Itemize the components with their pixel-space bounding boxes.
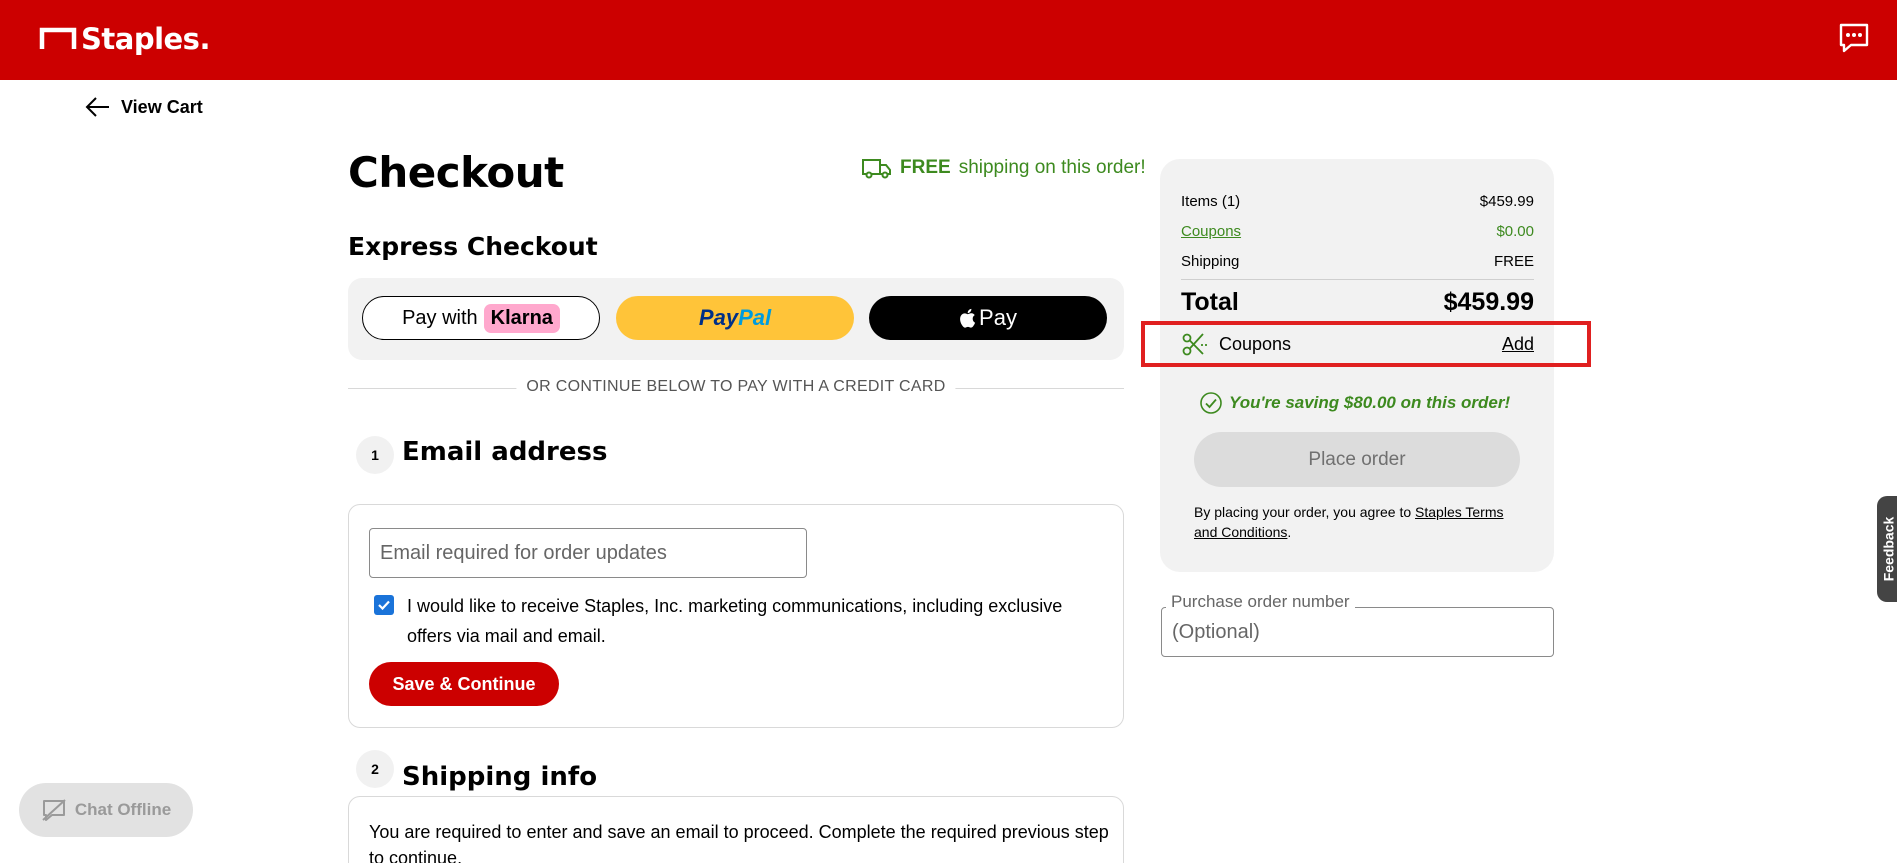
total-label: Total <box>1181 288 1239 316</box>
coupons-summary-value: $0.00 <box>1496 223 1534 240</box>
or-divider: OR CONTINUE BELOW TO PAY WITH A CREDIT C… <box>348 378 1124 398</box>
step-1-title: Email address <box>402 437 608 467</box>
marketing-checkbox[interactable] <box>374 595 394 615</box>
page-title: Checkout <box>348 148 564 197</box>
check-circle-icon <box>1200 392 1222 414</box>
feedback-tab[interactable]: Feedback <box>1877 496 1897 602</box>
staples-logo[interactable]: Staples. <box>39 22 210 56</box>
express-checkout-box: Pay with Klarna Pay Pal Pay <box>348 278 1124 360</box>
divider-text: OR CONTINUE BELOW TO PAY WITH A CREDIT C… <box>516 378 956 396</box>
chat-offline-icon <box>42 799 66 821</box>
savings-text: You're saving $80.00 on this order! <box>1229 393 1511 412</box>
klarna-button[interactable]: Pay with Klarna <box>362 296 600 340</box>
shipping-row: Shipping FREE <box>1181 253 1534 270</box>
shipping-info-card: You are required to enter and save an em… <box>348 796 1124 863</box>
apple-icon <box>960 308 976 328</box>
view-cart-label: View Cart <box>121 96 203 117</box>
step-1-badge: 1 <box>356 436 394 474</box>
apple-pay-label: Pay <box>979 305 1017 330</box>
checkmark-icon <box>378 600 390 611</box>
truck-icon <box>862 159 891 179</box>
feedback-label: Feedback <box>1880 516 1896 582</box>
items-label: Items (1) <box>1181 193 1241 210</box>
save-continue-button[interactable]: Save & Continue <box>369 662 559 706</box>
arrow-left-icon <box>85 97 109 117</box>
shipping-info-message: You are required to enter and save an em… <box>369 822 1109 863</box>
top-header: Staples. <box>0 0 1897 80</box>
marketing-label: I would like to receive Staples, Inc. ma… <box>407 596 1063 646</box>
apple-pay-button[interactable]: Pay <box>869 296 1107 340</box>
free-shipping-text: shipping on this order! <box>958 157 1146 178</box>
purchase-order-input[interactable] <box>1161 607 1554 657</box>
terms-agreement: By placing your order, you agree to Stap… <box>1194 502 1524 542</box>
paypal-button[interactable]: Pay Pal <box>616 296 854 340</box>
view-cart-link[interactable]: View Cart <box>85 96 203 118</box>
terms-suffix: . <box>1287 524 1292 540</box>
terms-prefix: By placing your order, you agree to <box>1194 504 1416 520</box>
paypal-logo-b: Pal <box>738 305 772 330</box>
shipping-label: Shipping <box>1181 253 1240 270</box>
place-order-button[interactable]: Place order <box>1194 432 1520 487</box>
total-row: Total $459.99 <box>1181 288 1534 317</box>
total-value: $459.99 <box>1443 288 1534 316</box>
chat-offline-button[interactable]: Chat Offline <box>19 783 193 837</box>
shipping-value: FREE <box>1493 253 1534 270</box>
free-label: FREE <box>900 157 951 178</box>
klarna-prefix: Pay with <box>402 306 478 329</box>
staples-logo-icon <box>39 27 77 49</box>
coupons-summary-link[interactable]: Coupons <box>1181 223 1241 240</box>
email-input[interactable] <box>369 528 807 578</box>
items-value: $459.99 <box>1479 193 1534 210</box>
items-row: Items (1) $459.99 <box>1181 193 1534 210</box>
express-checkout-title: Express Checkout <box>348 232 598 261</box>
email-card: I would like to receive Staples, Inc. ma… <box>348 504 1124 728</box>
chat-bubble-icon[interactable] <box>1838 22 1870 54</box>
klarna-logo: Klarna <box>483 303 560 333</box>
free-shipping-banner: FREE shipping on this order! <box>861 156 1146 180</box>
paypal-logo-a: Pay <box>698 305 739 330</box>
step-2-title: Shipping info <box>402 762 598 792</box>
coupons-summary-row: Coupons $0.00 <box>1181 223 1534 240</box>
summary-divider <box>1181 279 1534 280</box>
savings-message: You're saving $80.00 on this order! <box>1199 391 1510 415</box>
purchase-order-label: Purchase order number <box>1166 592 1355 612</box>
coupon-highlight-box <box>1141 321 1591 367</box>
step-2-badge: 2 <box>356 750 394 788</box>
chat-offline-label: Chat Offline <box>74 800 172 819</box>
logo-text: Staples. <box>81 22 210 56</box>
